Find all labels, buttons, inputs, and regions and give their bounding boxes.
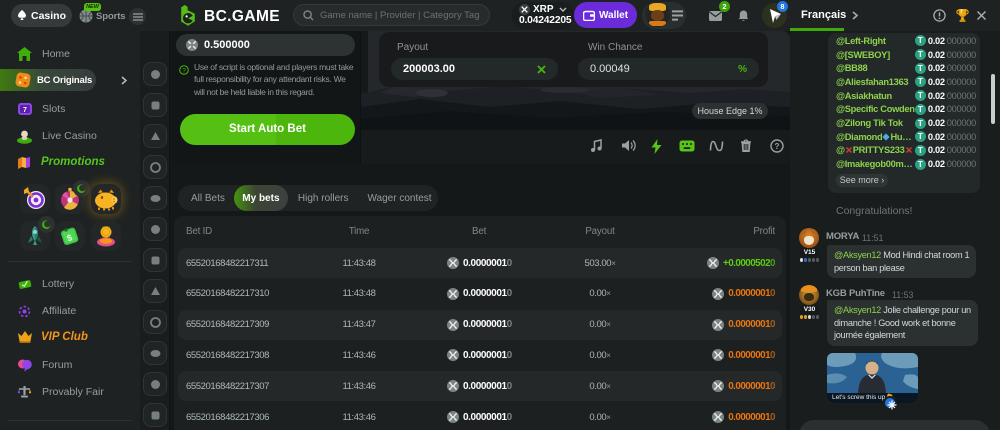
svg-text:7: 7 bbox=[23, 107, 27, 114]
svg-text:?: ? bbox=[775, 142, 780, 151]
svg-text:?: ? bbox=[182, 67, 186, 74]
